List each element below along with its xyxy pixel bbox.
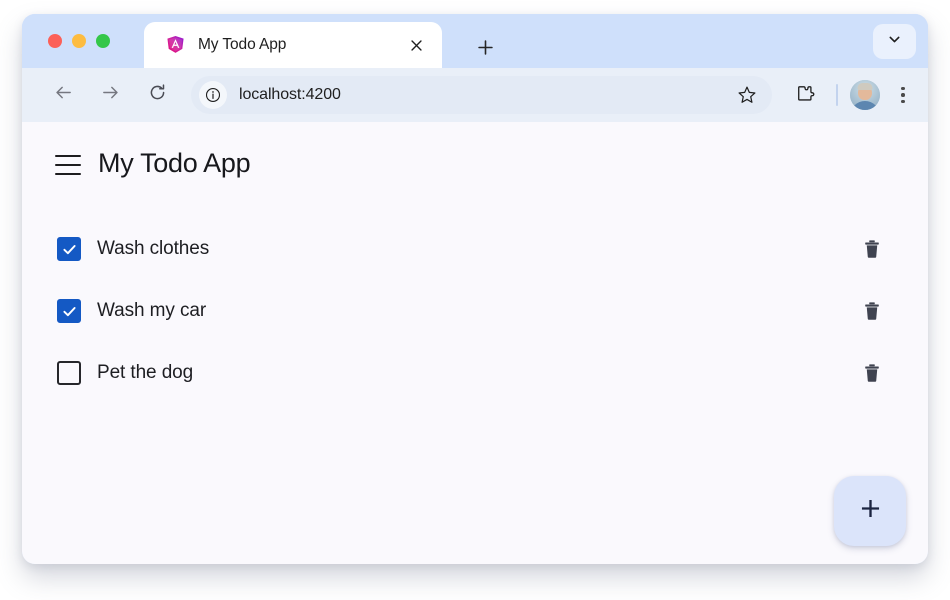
avatar[interactable] — [850, 80, 880, 110]
window-close-button[interactable] — [48, 34, 62, 48]
address-bar[interactable]: localhost:4200 — [191, 76, 772, 114]
browser-toolbar: localhost:4200 — [22, 68, 928, 122]
todo-label: Wash clothes — [97, 238, 210, 259]
extensions-button[interactable] — [788, 78, 822, 112]
info-circle-icon[interactable] — [199, 81, 227, 109]
todo-checkbox[interactable] — [57, 361, 81, 385]
trash-icon[interactable] — [857, 296, 887, 326]
url-text[interactable]: localhost:4200 — [239, 86, 734, 104]
tab-search-button[interactable] — [873, 24, 916, 59]
hamburger-menu-icon[interactable] — [55, 152, 81, 175]
list-item: Wash clothes — [22, 218, 928, 280]
todo-list: Wash clothes Wash my car Pet the dog — [22, 218, 928, 404]
forward-button[interactable] — [93, 78, 127, 112]
window-controls — [48, 34, 110, 48]
angular-logo-icon — [166, 35, 185, 54]
three-dot-menu-icon[interactable] — [888, 78, 918, 112]
add-todo-button[interactable] — [834, 476, 906, 546]
close-icon[interactable] — [401, 30, 431, 60]
trash-icon[interactable] — [857, 358, 887, 388]
chevron-down-icon — [887, 32, 902, 52]
todo-label: Pet the dog — [97, 362, 194, 383]
todo-checkbox[interactable] — [57, 299, 81, 323]
page-title: My Todo App — [98, 148, 251, 178]
tab-title: My Todo App — [198, 37, 287, 53]
reload-button[interactable] — [140, 78, 174, 112]
browser-window: My Todo App localhost:4200 My Todo App W… — [22, 14, 928, 564]
tab-strip: My Todo App — [22, 14, 928, 68]
star-icon[interactable] — [734, 82, 760, 108]
window-minimize-button[interactable] — [72, 34, 86, 48]
list-item: Pet the dog — [22, 342, 928, 404]
arrow-right-icon — [101, 83, 120, 107]
new-tab-button[interactable] — [470, 32, 500, 62]
puzzle-piece-icon — [795, 83, 815, 108]
todo-checkbox[interactable] — [57, 237, 81, 261]
todo-label: Wash my car — [97, 300, 207, 321]
toolbar-divider — [836, 84, 838, 106]
browser-tab[interactable]: My Todo App — [144, 22, 442, 68]
back-button[interactable] — [46, 78, 80, 112]
app-header: My Todo App — [22, 122, 928, 177]
avatar-hair — [857, 83, 873, 90]
page-viewport: My Todo App Wash clothes Wash my car Pet… — [22, 122, 928, 564]
plus-icon — [857, 495, 884, 527]
trash-icon[interactable] — [857, 234, 887, 264]
reload-icon — [148, 83, 167, 107]
list-item: Wash my car — [22, 280, 928, 342]
arrow-left-icon — [54, 83, 73, 107]
window-maximize-button[interactable] — [96, 34, 110, 48]
